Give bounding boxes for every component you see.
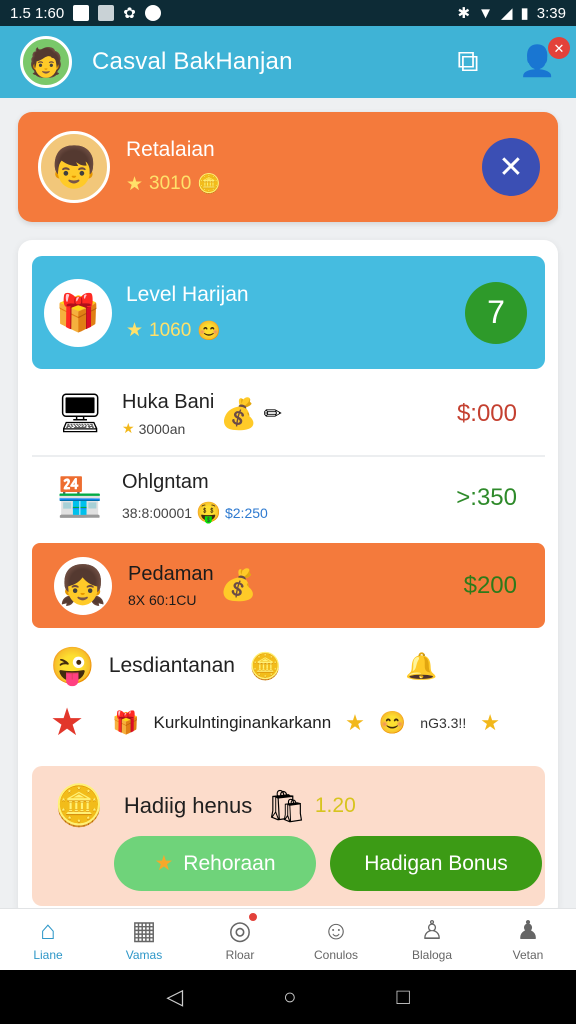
- level-score: ★ 1060 😊: [126, 319, 249, 343]
- pen-icon: ✏: [263, 401, 283, 426]
- bonus-value: 1.20: [314, 793, 356, 817]
- shop-icon: 🏪: [56, 477, 104, 519]
- cash-register-icon: 🖥: [55, 393, 105, 435]
- notification-icon: [73, 5, 90, 21]
- coin-stack-icon: 🪙: [54, 784, 104, 828]
- list-item[interactable]: ★ 🎁 Kurkulntinginankarkann ★ 😊 nG3.3!! ★: [50, 700, 500, 745]
- profile-alert-icon[interactable]: 👤 ✕: [519, 37, 570, 77]
- smile-coin-icon: 😊: [197, 320, 221, 342]
- coin-icon: 🤑: [196, 502, 221, 524]
- star-icon: ★: [154, 852, 174, 875]
- group-icon: ♙: [420, 915, 444, 945]
- profile-name: Retalaian: [126, 138, 215, 161]
- wifi-icon: ▼: [478, 4, 493, 22]
- user-icon: ♟: [516, 915, 540, 945]
- bell-icon: 🔔: [405, 650, 438, 681]
- bonus-card: 🪙 Hadiig henus 🛍 1.20 ★ Rehoraan Hadigan…: [32, 766, 545, 906]
- money-bag-icon: 💰: [219, 569, 257, 602]
- close-button[interactable]: ✕: [482, 138, 540, 196]
- list-item[interactable]: 🏪 Ohlgntam 38:8:00001 🤑 $2:250 >:350: [32, 462, 545, 534]
- bonus-label: Hadiig henus: [123, 792, 253, 818]
- red-star-icon: ★: [50, 702, 85, 744]
- star-icon: ★: [126, 173, 144, 195]
- status-time: 3:39: [536, 4, 566, 22]
- back-icon[interactable]: ◁: [166, 984, 183, 1010]
- row-name: Pedaman: [128, 563, 214, 585]
- gift-icon: 🎁: [44, 278, 112, 347]
- avatar[interactable]: 🧑: [20, 36, 72, 88]
- money-icon: 💰: [220, 397, 258, 431]
- circle-icon: [144, 5, 161, 21]
- battery-icon: ▮: [520, 5, 529, 22]
- level-title: Level Harijan: [126, 282, 249, 306]
- nav-item-user[interactable]: ♟ Vetan: [480, 909, 576, 970]
- recents-icon[interactable]: □: [396, 984, 409, 1010]
- emoji-icon: 😜: [50, 645, 95, 686]
- row-sub: 8X 60:1CU: [128, 592, 197, 608]
- row-name: Huka Bani: [122, 391, 215, 413]
- person-icon: ☺: [322, 915, 350, 945]
- signal-icon: ◢: [500, 5, 513, 22]
- girl-avatar-icon: 👧: [54, 556, 112, 615]
- list-item[interactable]: 👧 Pedaman 8X 60:1CU 💰 $200: [32, 543, 545, 628]
- claim-bonus-button[interactable]: Hadigan Bonus: [330, 836, 542, 891]
- gift-box-icon: 🎁: [112, 709, 140, 735]
- coin-face-icon: 😊: [378, 709, 407, 735]
- status-bar: 1.5 1:60 ✿ ✱ ▼ ◢ ▮ 3:39: [0, 0, 576, 26]
- star-icon: ★: [480, 709, 500, 735]
- system-nav-bar: ◁ ○ □: [0, 970, 576, 1024]
- bottom-nav: ⌂ Liane ▦ Vamas ◎ Rloar ☺ Conulos ♙ Blal…: [0, 908, 576, 970]
- divider: [32, 455, 545, 457]
- image-icon: [98, 5, 115, 21]
- gift-bag-icon: 🛍: [266, 787, 307, 824]
- home-circle-icon[interactable]: ○: [283, 984, 296, 1010]
- coin-icon: 🪙: [248, 650, 282, 681]
- app-title: Casval BakHanjan: [92, 48, 293, 75]
- level-card[interactable]: 🎁 Level Harijan ★ 1060 😊 7: [32, 256, 545, 369]
- list-item-tail: nG3.3!!: [420, 714, 467, 731]
- star-icon: ★: [122, 420, 135, 436]
- status-clock-left: 1.5 1:60: [10, 4, 65, 22]
- nav-item-dial[interactable]: ◎ Rloar: [192, 909, 288, 970]
- list-item-label: Kurkulntinginankarkann: [153, 712, 332, 732]
- home-icon: ⌂: [40, 915, 56, 945]
- list-item[interactable]: 😜 Lesdiantanan 🪙 🔔: [50, 645, 438, 687]
- profile-avatar: 👦: [38, 131, 110, 203]
- nav-item-person[interactable]: ☺ Conulos: [288, 909, 384, 970]
- app-bar: 🧑 Casval BakHanjan ⧉ 👤 ✕: [0, 26, 576, 98]
- nav-item-group[interactable]: ♙ Blaloga: [384, 909, 480, 970]
- row-value: $200: [463, 571, 517, 599]
- star-icon: ★: [126, 320, 144, 341]
- secondary-bonus-button[interactable]: ★ Rehoraan: [114, 836, 316, 891]
- profile-score-value: 3010: [149, 173, 192, 194]
- list-item[interactable]: 🖥 Huka Bani ★ 3000an 💰 ✏ $:000: [32, 378, 545, 450]
- nav-item-calendar[interactable]: ▦ Vamas: [96, 909, 192, 970]
- row-value: $:000: [456, 400, 517, 427]
- dial-icon: ◎: [229, 911, 260, 943]
- star-icon: ★: [345, 709, 365, 735]
- row-sub: 38:8:00001 🤑 $2:250: [122, 502, 268, 524]
- profile-score: ★ 3010 🪙: [126, 172, 221, 196]
- row-value: >:350: [456, 484, 517, 511]
- edit-icon[interactable]: ⧉: [457, 47, 478, 77]
- row-name: Ohlgntam: [122, 471, 209, 493]
- settings-icon: ✿: [123, 5, 136, 22]
- profile-card: 👦 Retalaian ★ 3010 🪙 ✕: [18, 112, 558, 222]
- notification-dot: [247, 911, 260, 923]
- list-item-label: Lesdiantanan: [108, 654, 235, 677]
- calendar-icon: ▦: [131, 915, 157, 945]
- level-score-value: 1060: [149, 319, 192, 341]
- bluetooth-icon: ✱: [457, 5, 471, 22]
- nav-item-home[interactable]: ⌂ Liane: [0, 909, 96, 970]
- coin-icon: 🪙: [197, 174, 221, 195]
- alert-badge: ✕: [548, 37, 570, 59]
- level-badge: 7: [465, 281, 527, 344]
- row-sub: ★ 3000an: [122, 420, 186, 437]
